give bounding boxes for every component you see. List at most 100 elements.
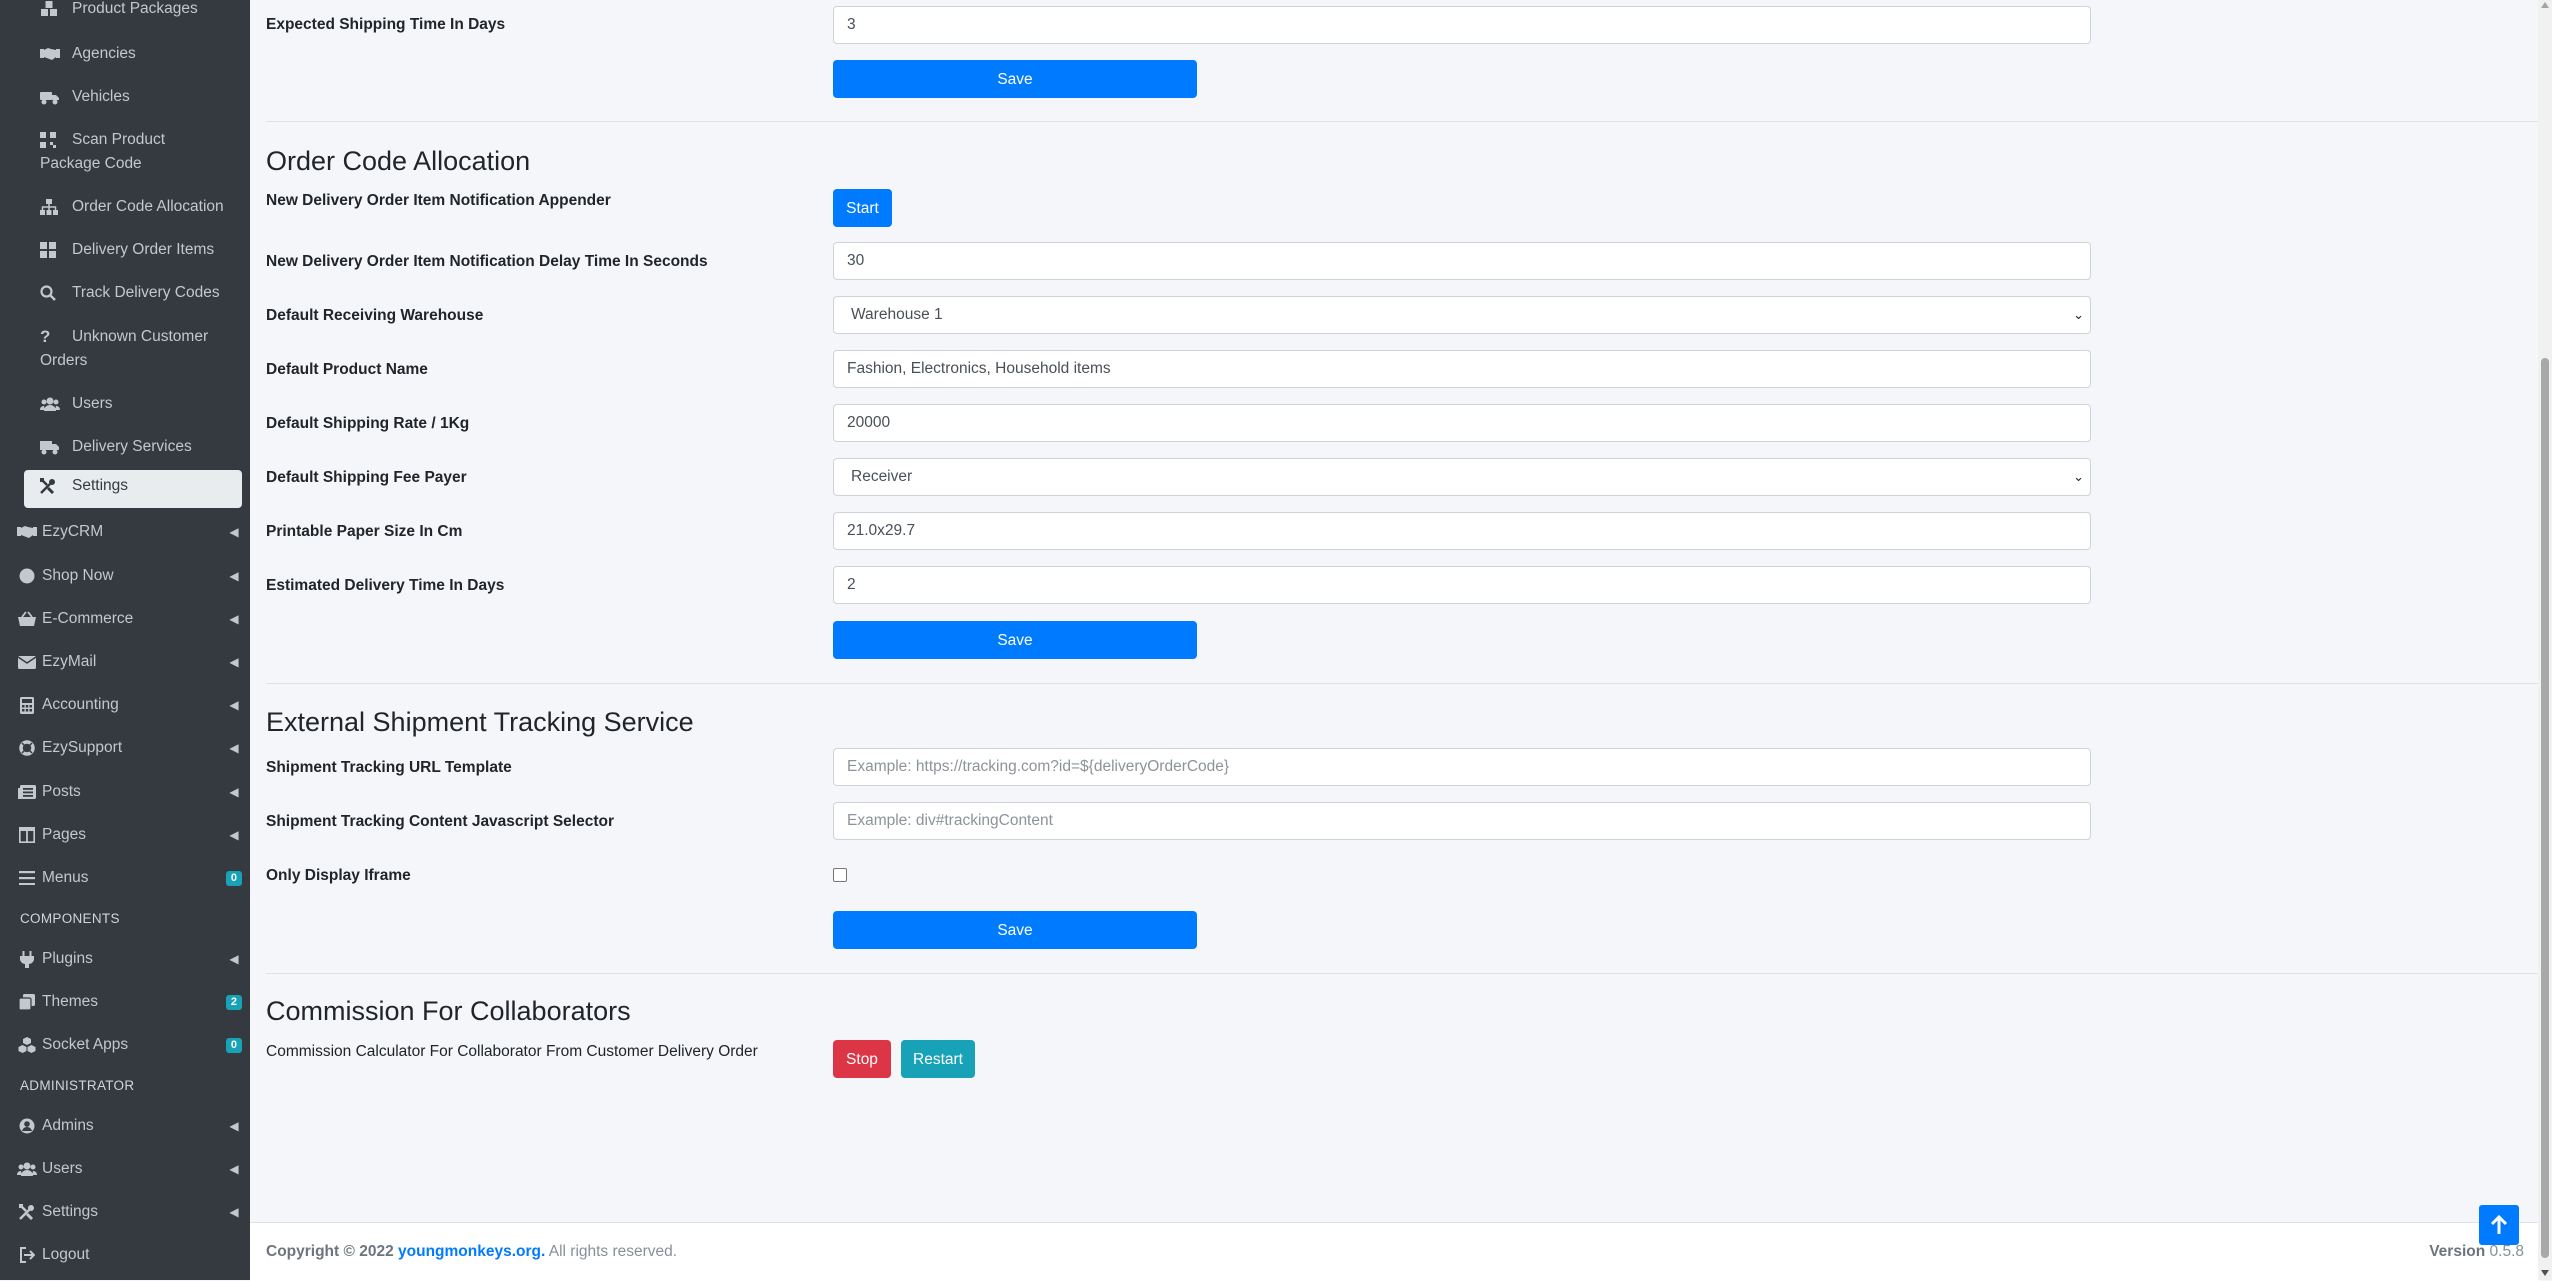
sidebar-item-delivery-order-items[interactable]: Delivery Order Items [24, 238, 242, 262]
sidebar-item-scan-product-package-code[interactable]: Scan Product Package Code [24, 128, 224, 176]
basket-icon [12, 607, 42, 631]
sidebar-item-product-packages[interactable]: Product Packages [24, 0, 242, 21]
search-icon [24, 281, 72, 305]
start-appender-button[interactable]: Start [833, 189, 892, 227]
boxes-icon [24, 0, 72, 21]
sidebar-item-e-commerce[interactable]: E-Commerce ◀ [12, 607, 242, 631]
th-large-icon [24, 238, 72, 262]
paper-size-label: Printable Paper Size In Cm [266, 523, 463, 540]
shipping-rate-input[interactable]: 20000 [833, 404, 2091, 442]
sidebar-item-unknown-customer-orders[interactable]: ? Unknown Customer Orders [24, 325, 224, 373]
truck-icon [24, 85, 72, 109]
scroll-down-arrow-icon[interactable] [2541, 1270, 2549, 1276]
estimated-delivery-time-input[interactable]: 2 [833, 566, 2091, 604]
chevron-left-icon: ◀ [229, 785, 239, 799]
save-tracking-button[interactable]: Save [833, 911, 1197, 949]
tracking-url-label: Shipment Tracking URL Template [266, 759, 512, 776]
sidebar-item-track-delivery-codes[interactable]: Track Delivery Codes [24, 281, 242, 305]
only-display-iframe-checkbox[interactable] [833, 868, 847, 882]
tools-icon [24, 474, 72, 498]
back-to-top-button[interactable] [2479, 1205, 2519, 1245]
sidebar-item-ezycrm[interactable]: EzyCRM ◀ [12, 520, 242, 544]
sidebar-item-shop-now[interactable]: Shop Now ◀ [12, 564, 242, 588]
product-name-input[interactable]: Fashion, Electronics, Household items [833, 350, 2091, 388]
page-scrollbar[interactable] [2538, 0, 2552, 1280]
handshake-icon [12, 520, 42, 544]
commission-title: Commission For Collaborators [266, 996, 631, 1026]
youngmonkeys-link[interactable]: youngmonkeys.org. [398, 1243, 545, 1260]
circle-icon [12, 564, 42, 588]
notification-delay-label: New Delivery Order Item Notification Del… [266, 253, 708, 270]
chevron-left-icon: ◀ [229, 1205, 239, 1219]
sidebar-item-logout[interactable]: Logout [12, 1243, 242, 1267]
chevron-left-icon: ◀ [229, 1119, 239, 1133]
divider [266, 121, 2542, 122]
sidebar-item-themes[interactable]: Themes 2 [12, 990, 242, 1014]
scroll-thumb[interactable] [2541, 358, 2549, 1258]
version-label: Version [2429, 1243, 2486, 1260]
restart-commission-button[interactable]: Restart [901, 1040, 975, 1078]
estimated-delivery-time-label: Estimated Delivery Time In Days [266, 577, 505, 594]
chevron-left-icon: ◀ [229, 952, 239, 966]
sidebar-item-admins[interactable]: Admins ◀ [12, 1114, 242, 1138]
receiving-warehouse-value: Warehouse 1 [851, 306, 943, 323]
save-shipping-time-button[interactable]: Save [833, 60, 1197, 98]
receiving-warehouse-label: Default Receiving Warehouse [266, 307, 484, 324]
sidebar-item-users[interactable]: Users ◀ [12, 1157, 242, 1181]
logout-icon [12, 1243, 42, 1267]
sidebar-item-socket-apps[interactable]: Socket Apps 0 [12, 1033, 242, 1057]
sidebar-item-ezysupport[interactable]: EzySupport ◀ [12, 736, 242, 760]
menus-badge: 0 [225, 871, 242, 886]
tracking-selector-label: Shipment Tracking Content Javascript Sel… [266, 813, 614, 830]
sidebar-item-settings-active[interactable]: Settings [24, 470, 242, 508]
users-icon [24, 392, 72, 416]
themes-badge: 2 [225, 995, 242, 1010]
tools-icon [12, 1200, 42, 1224]
notification-delay-input[interactable]: 30 [833, 242, 2091, 280]
stop-commission-button[interactable]: Stop [833, 1040, 891, 1078]
arrow-up-icon [2490, 1215, 2508, 1234]
expected-shipping-time-input[interactable]: 3 [833, 6, 2091, 44]
chevron-left-icon: ◀ [229, 828, 239, 842]
users-icon [12, 1157, 42, 1181]
sidebar-item-pages[interactable]: Pages ◀ [12, 823, 242, 847]
tracking-service-title: External Shipment Tracking Service [266, 707, 694, 737]
sidebar-item-order-code-allocation[interactable]: Order Code Allocation [24, 195, 242, 219]
sidebar-item-vehicles[interactable]: Vehicles [24, 85, 242, 109]
divider [266, 973, 2542, 974]
paper-size-input[interactable]: 21.0x29.7 [833, 512, 2091, 550]
sidebar-item-delivery-services[interactable]: Delivery Services [24, 435, 242, 459]
sidebar-item-users-sub[interactable]: Users [24, 392, 242, 416]
receiving-warehouse-select[interactable]: Warehouse 1 ⌄ [833, 296, 2091, 334]
handshake-icon [24, 42, 72, 66]
sidebar-item-posts[interactable]: Posts ◀ [12, 780, 242, 804]
chevron-down-icon: ⌄ [2073, 307, 2084, 322]
socket-apps-badge: 0 [225, 1038, 242, 1053]
envelope-icon [12, 650, 42, 674]
tracking-selector-input[interactable]: Example: div#trackingContent [833, 802, 2091, 840]
save-order-code-button[interactable]: Save [833, 621, 1197, 659]
user-circle-icon [12, 1114, 42, 1138]
sidebar-item-agencies[interactable]: Agencies [24, 42, 242, 66]
bars-icon [12, 866, 42, 890]
tracking-url-input[interactable]: Example: https://tracking.com?id=${deliv… [833, 748, 2091, 786]
chevron-left-icon: ◀ [229, 612, 239, 626]
sidebar-item-ezymail[interactable]: EzyMail ◀ [12, 650, 242, 674]
sidebar-item-plugins[interactable]: Plugins ◀ [12, 947, 242, 971]
lifering-icon [12, 736, 42, 760]
scroll-up-arrow-icon[interactable] [2541, 2, 2549, 8]
columns-icon [12, 823, 42, 847]
order-code-allocation-title: Order Code Allocation [266, 146, 531, 176]
clone-icon [12, 990, 42, 1014]
cubes-icon [12, 1033, 42, 1057]
chevron-left-icon: ◀ [229, 1162, 239, 1176]
sidebar-header-components: COMPONENTS [20, 911, 120, 926]
shipping-fee-payer-select[interactable]: Receiver ⌄ [833, 458, 2091, 496]
copyright-text: Copyright © 2022 [266, 1243, 394, 1260]
sidebar-item-settings[interactable]: Settings ◀ [12, 1200, 242, 1224]
sidebar: Product Packages Agencies Vehicles Scan … [0, 0, 250, 1280]
sidebar-item-accounting[interactable]: Accounting ◀ [12, 693, 242, 717]
expected-shipping-time-label: Expected Shipping Time In Days [266, 16, 506, 33]
sidebar-item-menus[interactable]: Menus 0 [12, 866, 242, 890]
shipping-rate-label: Default Shipping Rate / 1Kg [266, 415, 470, 432]
